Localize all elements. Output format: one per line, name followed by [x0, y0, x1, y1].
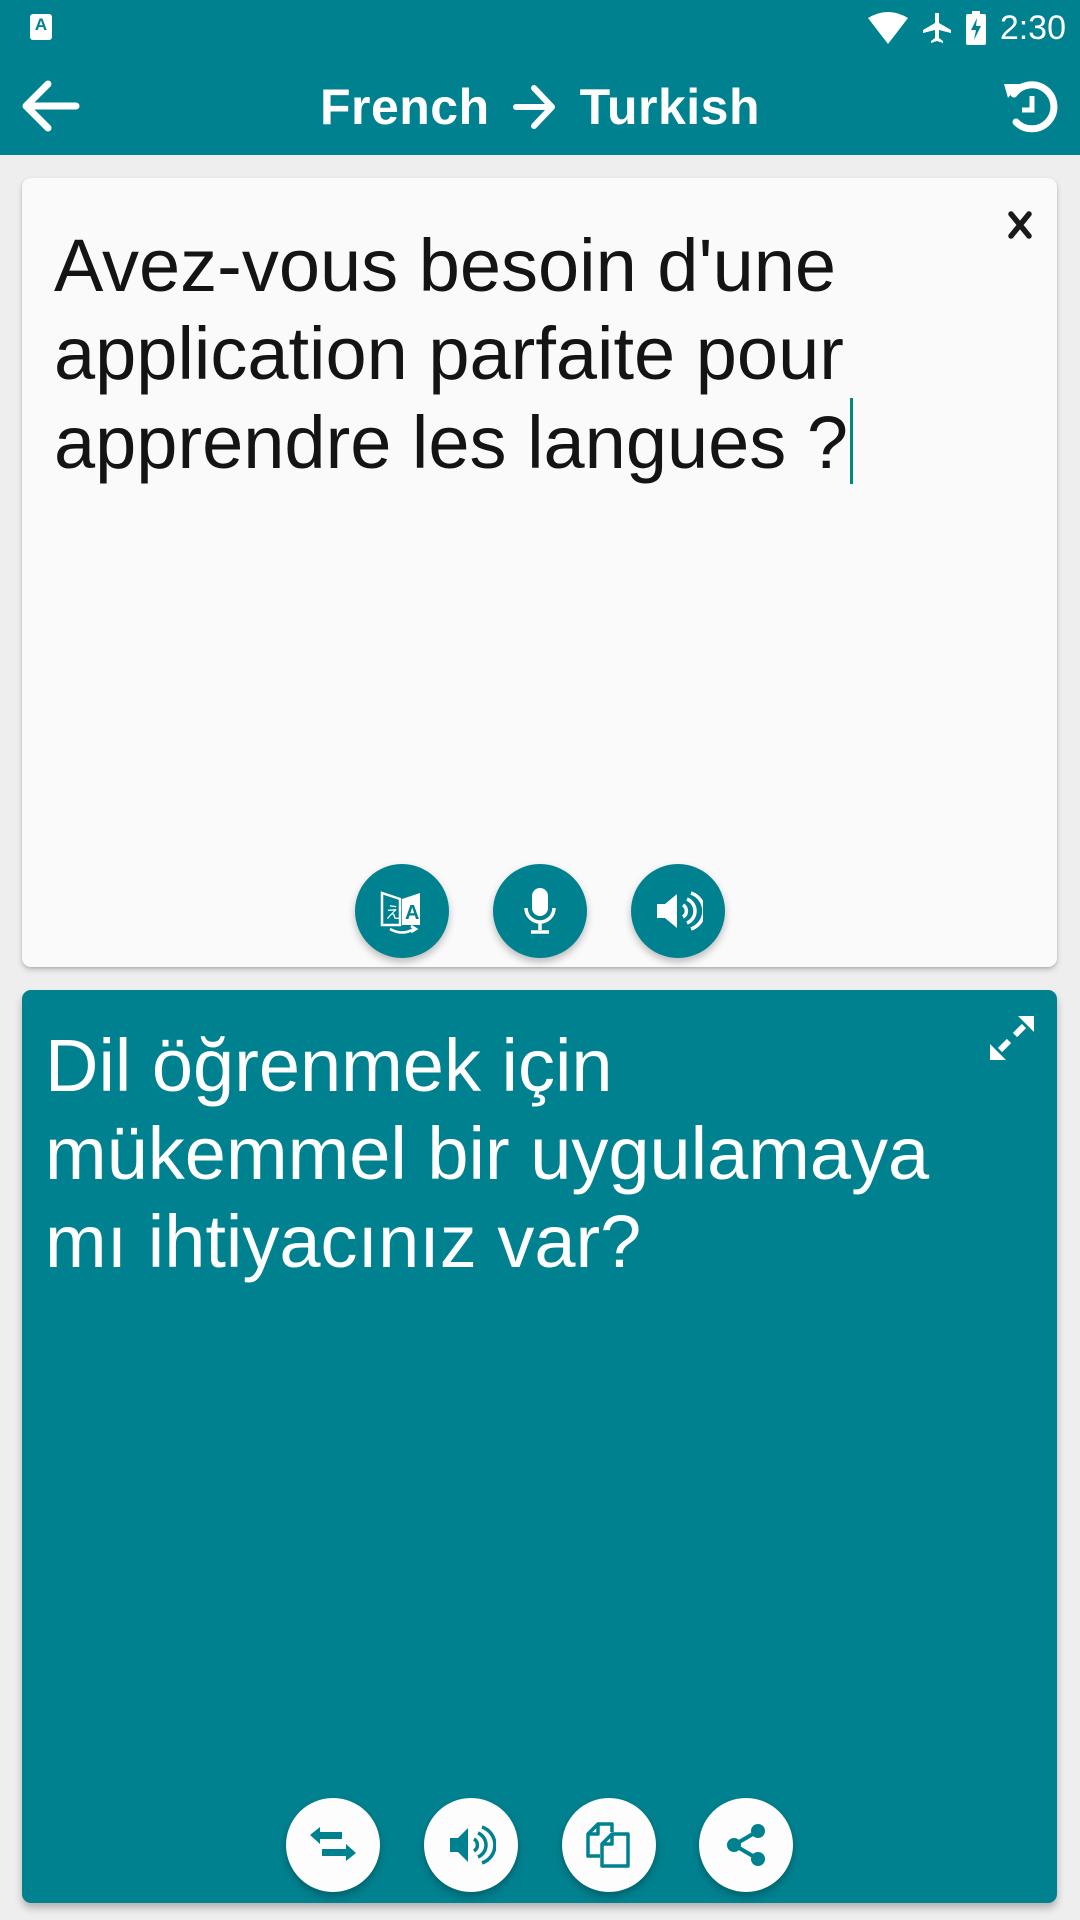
close-icon	[1008, 211, 1032, 239]
language-pair-title[interactable]: French Turkish	[0, 74, 1080, 140]
wifi-icon	[867, 12, 908, 44]
history-icon	[1004, 81, 1058, 133]
notification-letter: A	[34, 15, 48, 34]
status-bar: A 2:30	[0, 0, 1080, 56]
translation-output-card: Dil öğrenmek için mükemmel bir uygulamay…	[22, 990, 1057, 1903]
speak-translation-button[interactable]	[424, 1798, 518, 1892]
translate-button[interactable]: え A	[355, 864, 449, 958]
translate-icon: え A	[380, 891, 420, 934]
speaker-icon	[450, 1825, 496, 1865]
swap-languages-button[interactable]	[286, 1798, 380, 1892]
status-icons: 2:30	[867, 8, 1066, 48]
svg-text:え: え	[385, 903, 401, 922]
target-language-label[interactable]: Turkish	[580, 78, 760, 136]
translated-text: Dil öğrenmek için mükemmel bir uygulamay…	[45, 1024, 930, 1283]
copy-button[interactable]	[562, 1798, 656, 1892]
app-bar: French Turkish	[0, 56, 1080, 155]
microphone-button[interactable]	[493, 864, 587, 958]
app-notification-icon: A	[30, 14, 52, 40]
history-button[interactable]	[998, 74, 1062, 138]
source-text-input[interactable]: Avez-vous besoin d'une application parfa…	[54, 222, 974, 487]
microphone-icon	[524, 888, 556, 934]
source-language-label[interactable]: French	[320, 78, 490, 136]
fullscreen-button[interactable]	[984, 1010, 1040, 1066]
swap-icon	[310, 1827, 356, 1861]
status-time: 2:30	[999, 8, 1066, 47]
source-input-card: Avez-vous besoin d'une application parfa…	[22, 178, 1057, 967]
fullscreen-expand-icon	[990, 1016, 1034, 1060]
text-caret	[850, 398, 854, 484]
airplane-mode-icon	[922, 13, 951, 43]
speaker-icon	[657, 891, 703, 931]
arrow-right-icon	[512, 85, 555, 129]
clear-text-button[interactable]	[997, 202, 1043, 248]
svg-text:A: A	[405, 902, 419, 924]
share-button[interactable]	[699, 1798, 793, 1892]
copy-icon	[586, 1822, 630, 1868]
source-text-content[interactable]: Avez-vous besoin d'une application parfa…	[54, 224, 848, 484]
battery-charging-icon	[965, 11, 986, 45]
speak-source-button[interactable]	[631, 864, 725, 958]
share-icon	[727, 1824, 765, 1866]
